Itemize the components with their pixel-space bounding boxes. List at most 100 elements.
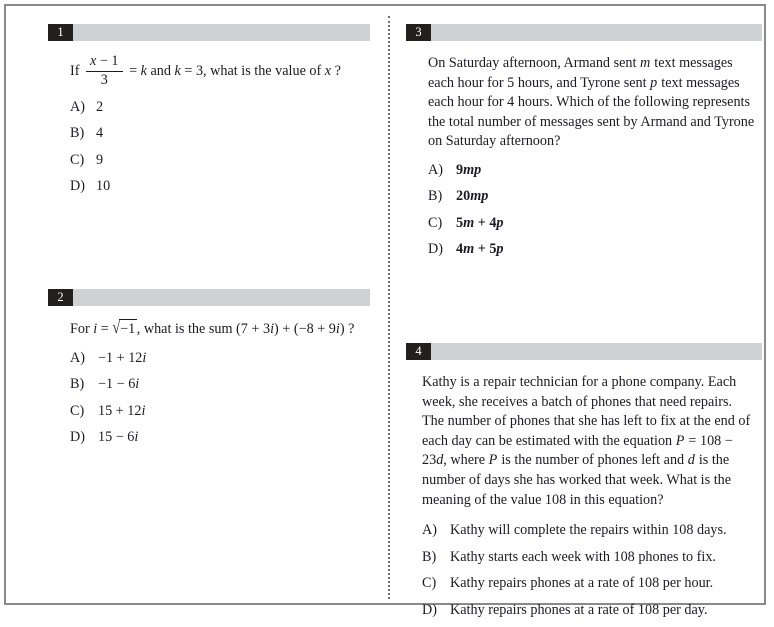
radicand: −1	[119, 319, 137, 340]
choice-2a-text: −1 + 12i	[98, 349, 364, 367]
square-root-negative-one: √−1	[112, 318, 137, 340]
choice-1d[interactable]: D) 10	[70, 177, 364, 195]
question-3-number: 3	[406, 24, 431, 41]
question-4-header: 4	[406, 343, 762, 360]
question-2-number: 2	[48, 289, 73, 306]
choice-3c-var-2: p	[496, 214, 504, 231]
choice-3a-letter: A)	[428, 161, 443, 178]
question-4-number: 4	[406, 343, 431, 360]
choice-2a[interactable]: A) −1 + 12i	[70, 349, 364, 367]
question-2-choices: A) −1 + 12i B) −1 − 6i C) 15 + 12i D) 15…	[70, 349, 364, 447]
choice-3c-text: 5m + 4p	[456, 214, 756, 232]
choice-3a-vars: mp	[463, 161, 482, 178]
choice-3d-letter: D)	[428, 241, 443, 258]
choice-2b-text: −1 − 6i	[98, 375, 364, 393]
choice-3d-var-1: m	[463, 241, 475, 258]
equals-sign: =	[129, 63, 138, 80]
choice-3b-text: 20mp	[456, 187, 756, 205]
question-4-choices: A) Kathy will complete the repairs withi…	[422, 521, 756, 619]
stem-4-part-3: is the number of phones left and	[501, 452, 685, 469]
choice-2d-letter: D)	[70, 429, 85, 446]
variable-k-2: k	[174, 63, 181, 80]
variable-P-1: P	[675, 432, 685, 449]
expr-part-3: (−8 + 9	[293, 321, 336, 337]
stem-4-part-2: , where	[443, 452, 486, 469]
choice-3a[interactable]: A) 9mp	[428, 161, 756, 179]
choice-4c-text: Kathy repairs phones at a rate of 108 pe…	[450, 575, 714, 592]
stem-3-part-1: On Saturday afternoon, Armand sent	[428, 55, 637, 71]
question-mark: ?	[334, 63, 341, 80]
variable-x-target: x	[324, 63, 332, 80]
question-3-stem: On Saturday afternoon, Armand sent m tex…	[428, 54, 756, 152]
expr-part-1: (7 + 3	[236, 321, 271, 337]
choice-3a-text: 9mp	[456, 161, 756, 179]
choice-3b[interactable]: B) 20mp	[428, 187, 756, 205]
choice-2d-unit: i	[134, 429, 139, 446]
question-1-stem: If x − 1 3 = k and k = 3, what is the va…	[70, 53, 364, 89]
choice-1b-text: 4	[96, 125, 104, 142]
choice-3b-coef: 20	[456, 188, 471, 205]
choice-4d[interactable]: D) Kathy repairs phones at a rate of 108…	[422, 601, 756, 619]
choice-3d-coef-2: + 5	[474, 241, 497, 258]
conjunction-and: and	[150, 63, 171, 80]
choice-2c-unit: i	[141, 402, 146, 419]
choice-2b[interactable]: B) −1 − 6i	[70, 375, 364, 393]
choice-4d-letter: D)	[422, 601, 437, 618]
fraction-denominator: 3	[100, 71, 108, 88]
question-2-body: For i = √−1, what is the sum (7 + 3i) + …	[48, 318, 370, 447]
choice-3c-coef-2: + 4	[474, 214, 497, 231]
choice-1c[interactable]: C) 9	[70, 151, 364, 169]
choice-3b-vars: mp	[470, 188, 489, 205]
variable-x: x	[90, 53, 97, 69]
choice-2c-value: 15 + 12	[98, 402, 142, 419]
question-2: 2 For i = √−1, what is the sum (7 + 3i) …	[48, 289, 370, 455]
question-mark-2: ?	[348, 321, 355, 337]
fraction-x-minus-1-over-3: x − 1 3	[86, 53, 123, 89]
question-4-body: Kathy is a repair technician for a phone…	[406, 373, 762, 619]
question-1-number: 1	[48, 24, 73, 41]
choice-2b-unit: i	[135, 376, 140, 393]
fraction-numerator: x − 1	[86, 53, 123, 72]
choice-2b-value: −1 − 6	[98, 376, 136, 393]
comma: ,	[136, 321, 141, 337]
variable-d-2: d	[687, 452, 696, 469]
choice-1a[interactable]: A) 2	[70, 98, 364, 116]
choice-1d-text: 10	[96, 178, 111, 195]
question-3-header: 3	[406, 24, 762, 41]
choice-1c-letter: C)	[70, 151, 85, 168]
choice-4c[interactable]: C) Kathy repairs phones at a rate of 108…	[422, 574, 756, 592]
choice-3d[interactable]: D) 4m + 5p	[428, 240, 756, 258]
choice-4a[interactable]: A) Kathy will complete the repairs withi…	[422, 521, 756, 539]
choice-3c[interactable]: C) 5m + 4p	[428, 214, 756, 232]
choice-2c-letter: C)	[70, 402, 85, 419]
choice-4d-text: Kathy repairs phones at a rate of 108 pe…	[450, 601, 708, 618]
expr-part-2: )	[274, 321, 279, 337]
stem-lead-for: For	[70, 321, 90, 337]
choice-2c[interactable]: C) 15 + 12i	[70, 402, 364, 420]
question-2-header: 2	[48, 289, 370, 306]
choice-2b-letter: B)	[70, 376, 85, 393]
variable-p: p	[650, 74, 658, 91]
choice-2a-letter: A)	[70, 349, 85, 366]
question-3-choices: A) 9mp B) 20mp C) 5m + 4p D) 4m + 5p	[428, 161, 756, 259]
choice-3b-letter: B)	[428, 188, 443, 205]
choice-2d[interactable]: D) 15 − 6i	[70, 428, 364, 446]
k-value: = 3,	[184, 63, 207, 80]
question-1-choices: A) 2 B) 4 C) 9 D) 10	[70, 98, 364, 196]
choice-3c-letter: C)	[428, 214, 443, 231]
choice-4a-text: Kathy will complete the repairs within 1…	[450, 522, 727, 539]
choice-2c-text: 15 + 12i	[98, 402, 364, 420]
choice-2d-text: 15 − 6i	[98, 428, 364, 446]
column-divider	[388, 16, 390, 599]
choice-4c-letter: C)	[422, 575, 437, 592]
question-1-header: 1	[48, 24, 370, 41]
choice-1a-text: 2	[96, 98, 104, 115]
question-4: 4 Kathy is a repair technician for a pho…	[406, 343, 762, 627]
choice-4b[interactable]: B) Kathy starts each week with 108 phone…	[422, 548, 756, 566]
equals-sign-2: =	[100, 321, 109, 337]
stem-tail: what is the value of	[210, 63, 322, 80]
choice-4a-letter: A)	[422, 522, 437, 539]
choice-3c-var-1: m	[463, 214, 475, 231]
choice-3d-var-2: p	[496, 241, 504, 258]
choice-1b[interactable]: B) 4	[70, 124, 364, 142]
